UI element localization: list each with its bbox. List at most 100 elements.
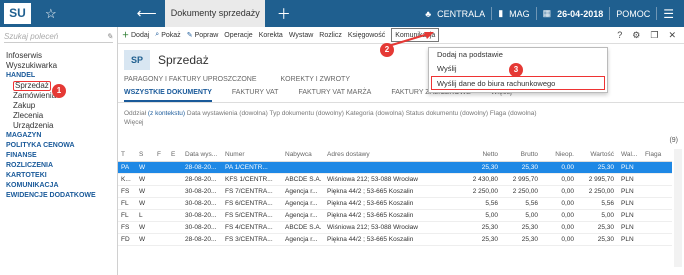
table-cell: Agencja r...	[282, 209, 324, 222]
table-cell	[154, 173, 168, 186]
filter-oddzial-value[interactable]: (z kontekstu)	[148, 110, 185, 117]
table-cell: FS 3/CENTRA...	[222, 233, 282, 246]
table-row[interactable]: FL L 30-08-20... FS 5/CENTRA... Agencja r...…	[118, 209, 672, 222]
column-header[interactable]: Netto	[452, 149, 502, 162]
sidebar-section-12[interactable]: KARTOTEKI	[6, 171, 117, 181]
table-cell: PLN	[618, 161, 642, 174]
tab-dokumenty-sprzedazy[interactable]: Dokumenty sprzedaży	[164, 0, 265, 27]
gear-icon[interactable]: ⚙	[632, 30, 640, 41]
sidebar-search[interactable]: Szukaj poleceń ✎	[4, 31, 113, 43]
divider	[491, 7, 493, 20]
table-row[interactable]: FD W 28-08-20... FS 3/CENTRA... Agencja r...…	[118, 233, 672, 246]
tab-row2-1[interactable]: FAKTURY VAT	[232, 89, 279, 102]
table-cell: 5,00	[578, 209, 618, 222]
sidebar-section-10[interactable]: FINANSE	[6, 151, 117, 161]
new-tab-plus-icon[interactable]: ＋	[277, 4, 291, 24]
operations-button[interactable]: Operacje	[224, 32, 252, 39]
table-cell	[642, 221, 672, 234]
top-right-group: ♣ CENTRALA ▮ MAG ▦ 26-04-2018 POMOC ☰	[425, 0, 674, 27]
table-row[interactable]: FS W 30-08-20... FS 7/CENTRA... Agencja r...…	[118, 185, 672, 198]
window-icon[interactable]: ❐	[650, 30, 658, 41]
table-cell	[642, 161, 672, 174]
edit-button[interactable]: ✎ Popraw	[187, 31, 219, 40]
table-cell	[154, 209, 168, 222]
table-row[interactable]: K... W 28-08-20... KFS 1/CENTR... ABCDE S.A.…	[118, 173, 672, 186]
help-label[interactable]: POMOC	[616, 9, 650, 19]
column-header[interactable]: Adres dostawy	[324, 149, 452, 162]
step-marker-2: 2	[380, 43, 394, 57]
sidebar-section-13[interactable]: KOMUNIKACJA	[6, 181, 117, 191]
column-header[interactable]: E	[168, 149, 182, 162]
tab-row2-2[interactable]: FAKTURY VAT MARŻA	[298, 89, 371, 102]
table-row[interactable]: FL W 30-08-20... FS 6/CENTRA... Agencja r...…	[118, 197, 672, 210]
sidebar-item-6[interactable]: Zlecenia	[6, 111, 117, 121]
column-header[interactable]: T	[118, 149, 136, 162]
back-arrow-icon[interactable]: ⟵	[137, 5, 157, 22]
tab-row1-0[interactable]: PARAGONY I FAKTURY UPROSZCZONE	[124, 76, 257, 89]
centrala-label[interactable]: CENTRALA	[437, 9, 485, 19]
table-cell: FS 6/CENTRA...	[222, 197, 282, 210]
pin-icon[interactable]: ✎	[106, 32, 113, 41]
current-date[interactable]: 26-04-2018	[557, 9, 603, 19]
settle-button[interactable]: Rozlicz	[319, 32, 342, 39]
table-cell: 28-08-20...	[182, 161, 222, 174]
app-logo: SU	[4, 3, 31, 24]
column-header[interactable]: Nabywca	[282, 149, 324, 162]
mag-label[interactable]: MAG	[509, 9, 530, 19]
column-header[interactable]: Flaga	[642, 149, 672, 162]
filter-others[interactable]: Data wystawienia (dowolna) Typ dokumentu…	[187, 110, 537, 117]
table-cell: PLN	[618, 185, 642, 198]
menu-hamburger-icon[interactable]: ☰	[663, 7, 674, 21]
sidebar-item-5[interactable]: Zakup	[6, 101, 117, 111]
sidebar-section-2[interactable]: HANDEL	[6, 71, 117, 81]
menu-item-wyslij-do-biura[interactable]: Wyślij dane do biura rachunkowego	[431, 76, 605, 90]
favorites-star-icon[interactable]: ☆	[45, 6, 57, 22]
sidebar-section-9[interactable]: POLITYKA CENOWA	[6, 141, 117, 151]
sidebar-item-7[interactable]: Urządzenia	[6, 121, 117, 131]
table-cell	[282, 161, 324, 174]
close-icon[interactable]: ✕	[668, 30, 676, 41]
table-cell: FL	[118, 209, 136, 222]
column-header[interactable]: Wal...	[618, 149, 642, 162]
column-header[interactable]: Numer	[222, 149, 282, 162]
issue-button[interactable]: Wystaw	[289, 32, 313, 39]
menu-item-dodaj-na-podstawie[interactable]: Dodaj na podstawie	[429, 48, 607, 62]
table-row[interactable]: FS W 30-08-20... FS 4/CENTRA... ABCDE S.A. Wi…	[118, 221, 672, 234]
help-icon[interactable]: ?	[617, 30, 622, 41]
column-header[interactable]: Brutto	[502, 149, 542, 162]
filter-oddzial-label[interactable]: Oddział	[124, 110, 146, 117]
step-marker-3: 3	[509, 63, 523, 77]
table-cell: PLN	[618, 209, 642, 222]
show-button[interactable]: ⌕ Pokaż	[155, 31, 180, 39]
sidebar-section-14[interactable]: EWIDENCJE DODATKOWE	[6, 191, 117, 201]
table-cell: L	[136, 209, 154, 222]
table-cell: Piękna 44/2 ; 53-665 Koszalin	[324, 209, 452, 222]
table-cell: Piękna 44/2 ; 53-665 Koszalin	[324, 233, 452, 246]
filter-more-link[interactable]: Więcej	[124, 119, 144, 126]
search-input[interactable]: Szukaj poleceń	[4, 32, 58, 41]
table-cell: PLN	[618, 233, 642, 246]
vertical-scrollbar[interactable]	[674, 149, 682, 267]
divider	[609, 7, 611, 20]
correction-button[interactable]: Korekta	[259, 32, 283, 39]
column-header[interactable]: Data wys...	[182, 149, 222, 162]
column-header[interactable]: Wartość	[578, 149, 618, 162]
table-cell	[168, 173, 182, 186]
sidebar-item-1[interactable]: Wyszukiwarka	[6, 61, 117, 71]
sidebar-section-8[interactable]: MAGAZYN	[6, 131, 117, 141]
table-cell: KFS 1/CENTR...	[222, 173, 282, 186]
table-cell: 2 430,80	[452, 173, 502, 186]
column-header[interactable]: Nieop.	[542, 149, 578, 162]
table-cell: FS	[118, 221, 136, 234]
table-cell: 25,30	[502, 233, 542, 246]
column-header[interactable]: F	[154, 149, 168, 162]
table-row[interactable]: PA W 28-08-20... PA 1/CENTR... 25,30 25,30 0,0…	[118, 161, 672, 174]
tab-row1-1[interactable]: KOREKTY I ZWROTY	[281, 76, 351, 89]
sidebar-section-11[interactable]: ROZLICZENIA	[6, 161, 117, 171]
add-button[interactable]: ＋ Dodaj	[122, 30, 149, 40]
table-cell: Agencja r...	[282, 185, 324, 198]
table-cell: 5,00	[502, 209, 542, 222]
column-header[interactable]: S	[136, 149, 154, 162]
tab-row2-0[interactable]: WSZYSTKIE DOKUMENTY	[124, 89, 212, 102]
sidebar-item-0[interactable]: Infoserwis	[6, 51, 117, 61]
